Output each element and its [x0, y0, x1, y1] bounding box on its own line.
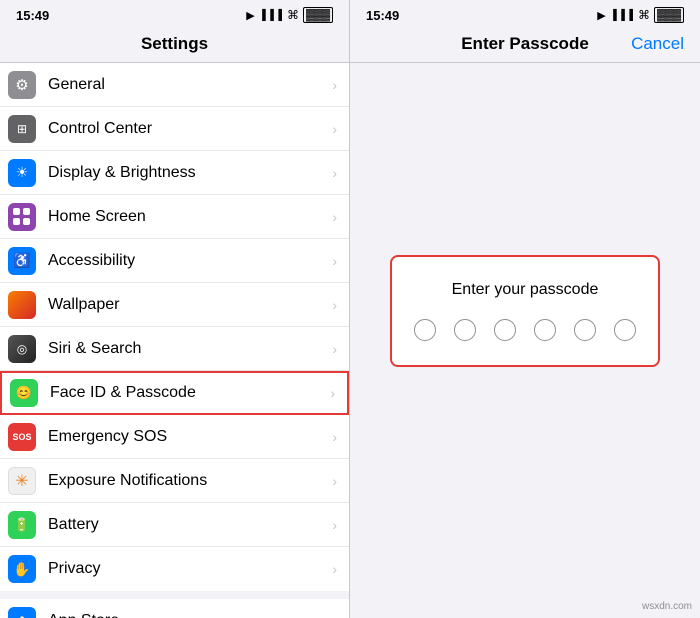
settings-item-wallpaper[interactable]: 🌅 Wallpaper ›: [0, 283, 349, 327]
exposure-label: Exposure Notifications: [48, 472, 328, 490]
accessibility-label: Accessibility: [48, 252, 328, 270]
settings-item-home-screen[interactable]: Home Screen ›: [0, 195, 349, 239]
accessibility-icon: ♿: [8, 247, 36, 275]
settings-item-exposure[interactable]: ✳ Exposure Notifications ›: [0, 459, 349, 503]
passcode-panel: 15:49 ▶ ▐▐▐ ⌘ ▓▓▓ Enter Passcode Cancel …: [350, 0, 700, 618]
home-screen-label: Home Screen: [48, 208, 328, 226]
passcode-content: Enter your passcode: [350, 63, 700, 618]
settings-item-faceid[interactable]: 😊 Face ID & Passcode ›: [0, 371, 349, 415]
home-screen-chevron: ›: [332, 209, 337, 225]
settings-item-sos[interactable]: SOS Emergency SOS ›: [0, 415, 349, 459]
time-right: 15:49: [366, 8, 399, 23]
exposure-icon: ✳: [8, 467, 36, 495]
privacy-chevron: ›: [332, 561, 337, 577]
status-icons-right: ▶ ▐▐▐ ⌘ ▓▓▓: [597, 7, 684, 23]
time-left: 15:49: [16, 8, 49, 23]
display-chevron: ›: [332, 165, 337, 181]
battery-icon: 🔋: [8, 511, 36, 539]
battery-icon: ▓▓▓: [303, 7, 333, 23]
settings-item-privacy[interactable]: ✋ Privacy ›: [0, 547, 349, 591]
sos-icon: SOS: [8, 423, 36, 451]
settings-section-1: ⚙ General › ⊞ Control Center › ☀ Display…: [0, 63, 349, 591]
siri-icon: ◎: [8, 335, 36, 363]
passcode-dots: [414, 319, 636, 341]
passcode-dot-6: [614, 319, 636, 341]
accessibility-chevron: ›: [332, 253, 337, 269]
watermark: wsxdn.com: [642, 601, 692, 612]
passcode-title-bar: Enter Passcode Cancel: [350, 28, 700, 62]
general-chevron: ›: [332, 77, 337, 93]
status-bar-left: 15:49 ▶ ▐▐▐ ⌘ ▓▓▓: [0, 0, 349, 28]
settings-panel: 15:49 ▶ ▐▐▐ ⌘ ▓▓▓ Settings ⚙ General › ⊞…: [0, 0, 350, 618]
faceid-chevron: ›: [330, 385, 335, 401]
home-screen-icon: [8, 203, 36, 231]
settings-item-appstore[interactable]: A App Store ›: [0, 599, 349, 618]
privacy-icon: ✋: [8, 555, 36, 583]
settings-item-control-center[interactable]: ⊞ Control Center ›: [0, 107, 349, 151]
wifi-icon: ⌘: [287, 8, 299, 22]
wallpaper-label: Wallpaper: [48, 296, 328, 314]
sos-chevron: ›: [332, 429, 337, 445]
control-center-label: Control Center: [48, 120, 328, 138]
settings-item-accessibility[interactable]: ♿ Accessibility ›: [0, 239, 349, 283]
faceid-label: Face ID & Passcode: [50, 384, 326, 402]
battery-chevron: ›: [332, 517, 337, 533]
settings-item-battery[interactable]: 🔋 Battery ›: [0, 503, 349, 547]
general-icon: ⚙: [8, 71, 36, 99]
settings-item-general[interactable]: ⚙ General ›: [0, 63, 349, 107]
passcode-dot-2: [454, 319, 476, 341]
signal-icon-right: ▐▐▐: [610, 10, 634, 21]
passcode-dot-5: [574, 319, 596, 341]
status-bar-right: 15:49 ▶ ▐▐▐ ⌘ ▓▓▓: [350, 0, 700, 28]
cancel-button[interactable]: Cancel: [631, 34, 684, 54]
passcode-dot-3: [494, 319, 516, 341]
signal-icon: ▐▐▐: [259, 10, 283, 21]
wifi-icon-right: ⌘: [638, 8, 650, 22]
sos-label: Emergency SOS: [48, 428, 328, 446]
passcode-dot-4: [534, 319, 556, 341]
settings-section-2: A App Store › 💳 Wallet & Apple Pay ›: [0, 599, 349, 618]
privacy-label: Privacy: [48, 560, 328, 578]
passcode-prompt: Enter your passcode: [452, 281, 599, 299]
display-icon: ☀: [8, 159, 36, 187]
status-icons-left: ▶ ▐▐▐ ⌘ ▓▓▓: [246, 7, 333, 23]
appstore-label: App Store: [48, 612, 328, 618]
control-center-icon: ⊞: [8, 115, 36, 143]
settings-title: Settings: [0, 28, 349, 62]
settings-list: ⚙ General › ⊞ Control Center › ☀ Display…: [0, 63, 349, 618]
battery-label: Battery: [48, 516, 328, 534]
location-icon: ▶: [246, 9, 254, 22]
exposure-chevron: ›: [332, 473, 337, 489]
appstore-icon: A: [8, 607, 36, 618]
location-icon-right: ▶: [597, 9, 605, 22]
siri-chevron: ›: [332, 341, 337, 357]
display-label: Display & Brightness: [48, 164, 328, 182]
battery-icon-right: ▓▓▓: [654, 7, 684, 23]
faceid-icon: 😊: [10, 379, 38, 407]
appstore-chevron: ›: [332, 613, 337, 618]
passcode-dot-1: [414, 319, 436, 341]
settings-item-display[interactable]: ☀ Display & Brightness ›: [0, 151, 349, 195]
siri-label: Siri & Search: [48, 340, 328, 358]
control-center-chevron: ›: [332, 121, 337, 137]
settings-item-siri[interactable]: ◎ Siri & Search ›: [0, 327, 349, 371]
wallpaper-chevron: ›: [332, 297, 337, 313]
general-label: General: [48, 76, 328, 94]
wallpaper-icon: 🌅: [8, 291, 36, 319]
passcode-box: Enter your passcode: [390, 255, 660, 367]
